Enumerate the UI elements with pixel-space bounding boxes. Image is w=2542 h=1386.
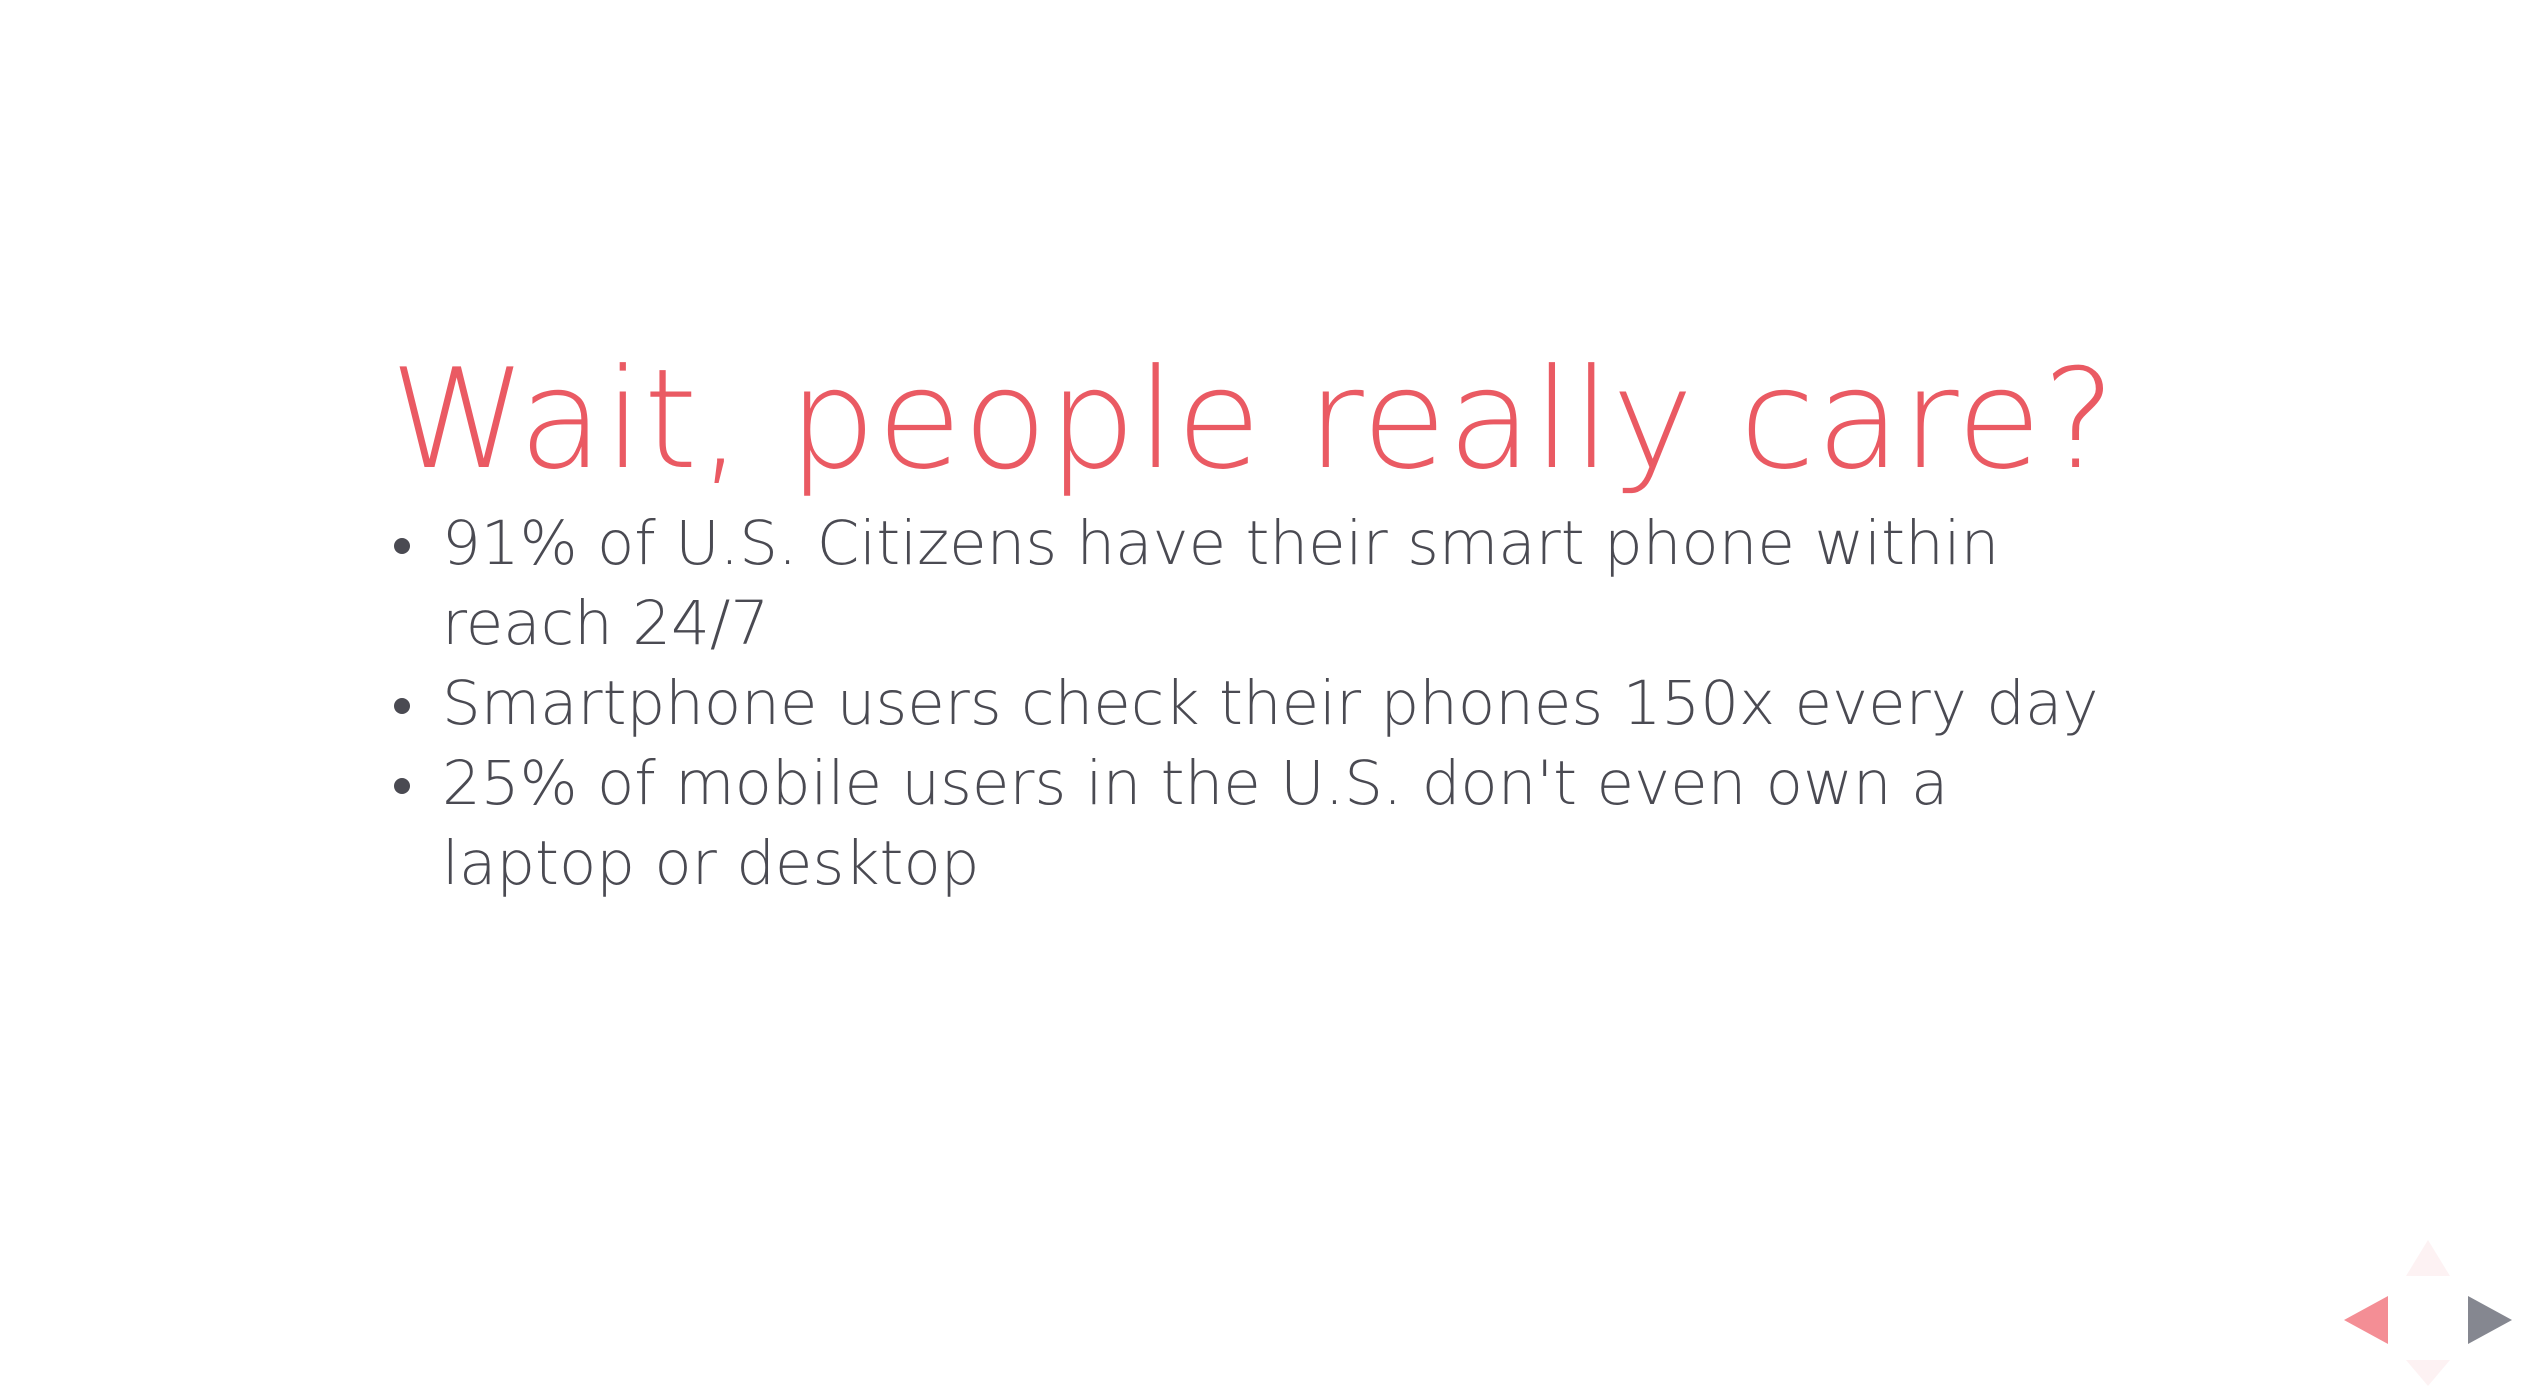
slide-navigation-controls	[2340, 1240, 2516, 1386]
slide-title: Wait, people really care?	[390, 339, 2117, 500]
arrow-right-icon[interactable]	[2468, 1296, 2512, 1344]
bullet-text: 91% of U.S. Citizens have their smart ph…	[442, 508, 2000, 659]
bullet-item: 91% of U.S. Citizens have their smart ph…	[390, 504, 2142, 664]
bullet-dot-icon	[394, 698, 410, 714]
bullet-dot-icon	[394, 778, 410, 794]
bullet-item: Smartphone users check their phones 150x…	[390, 664, 2142, 744]
bullet-text: Smartphone users check their phones 150x…	[442, 668, 2099, 739]
bullet-text: 25% of mobile users in the U.S. don't ev…	[442, 748, 1949, 899]
arrow-down-icon[interactable]	[2406, 1360, 2450, 1386]
arrow-left-icon[interactable]	[2344, 1296, 2388, 1344]
slide-content: Wait, people really care? 91% of U.S. Ci…	[390, 340, 2190, 904]
presentation-slide: Wait, people really care? 91% of U.S. Ci…	[0, 0, 2542, 1386]
bullet-dot-icon	[394, 538, 410, 554]
arrow-up-icon[interactable]	[2406, 1240, 2450, 1276]
bullet-list: 91% of U.S. Citizens have their smart ph…	[390, 504, 2190, 904]
bullet-item: 25% of mobile users in the U.S. don't ev…	[390, 744, 2142, 904]
